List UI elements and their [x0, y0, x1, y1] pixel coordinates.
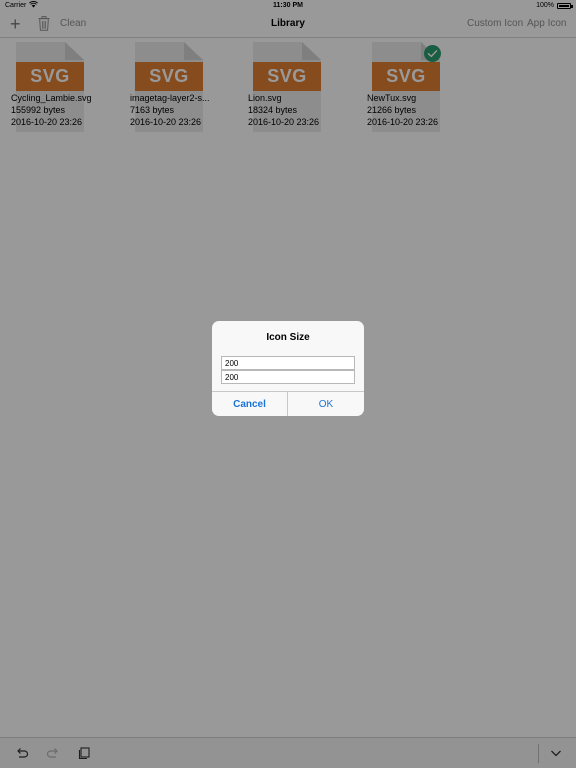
- dialog-title: Icon Size: [266, 332, 310, 343]
- ok-button[interactable]: OK: [288, 392, 364, 416]
- dialog-button-row: Cancel OK: [212, 391, 364, 416]
- cancel-button[interactable]: Cancel: [212, 392, 288, 416]
- width-input[interactable]: [221, 356, 355, 370]
- height-input[interactable]: [221, 370, 355, 384]
- icon-size-dialog: Icon Size Cancel OK: [212, 321, 364, 416]
